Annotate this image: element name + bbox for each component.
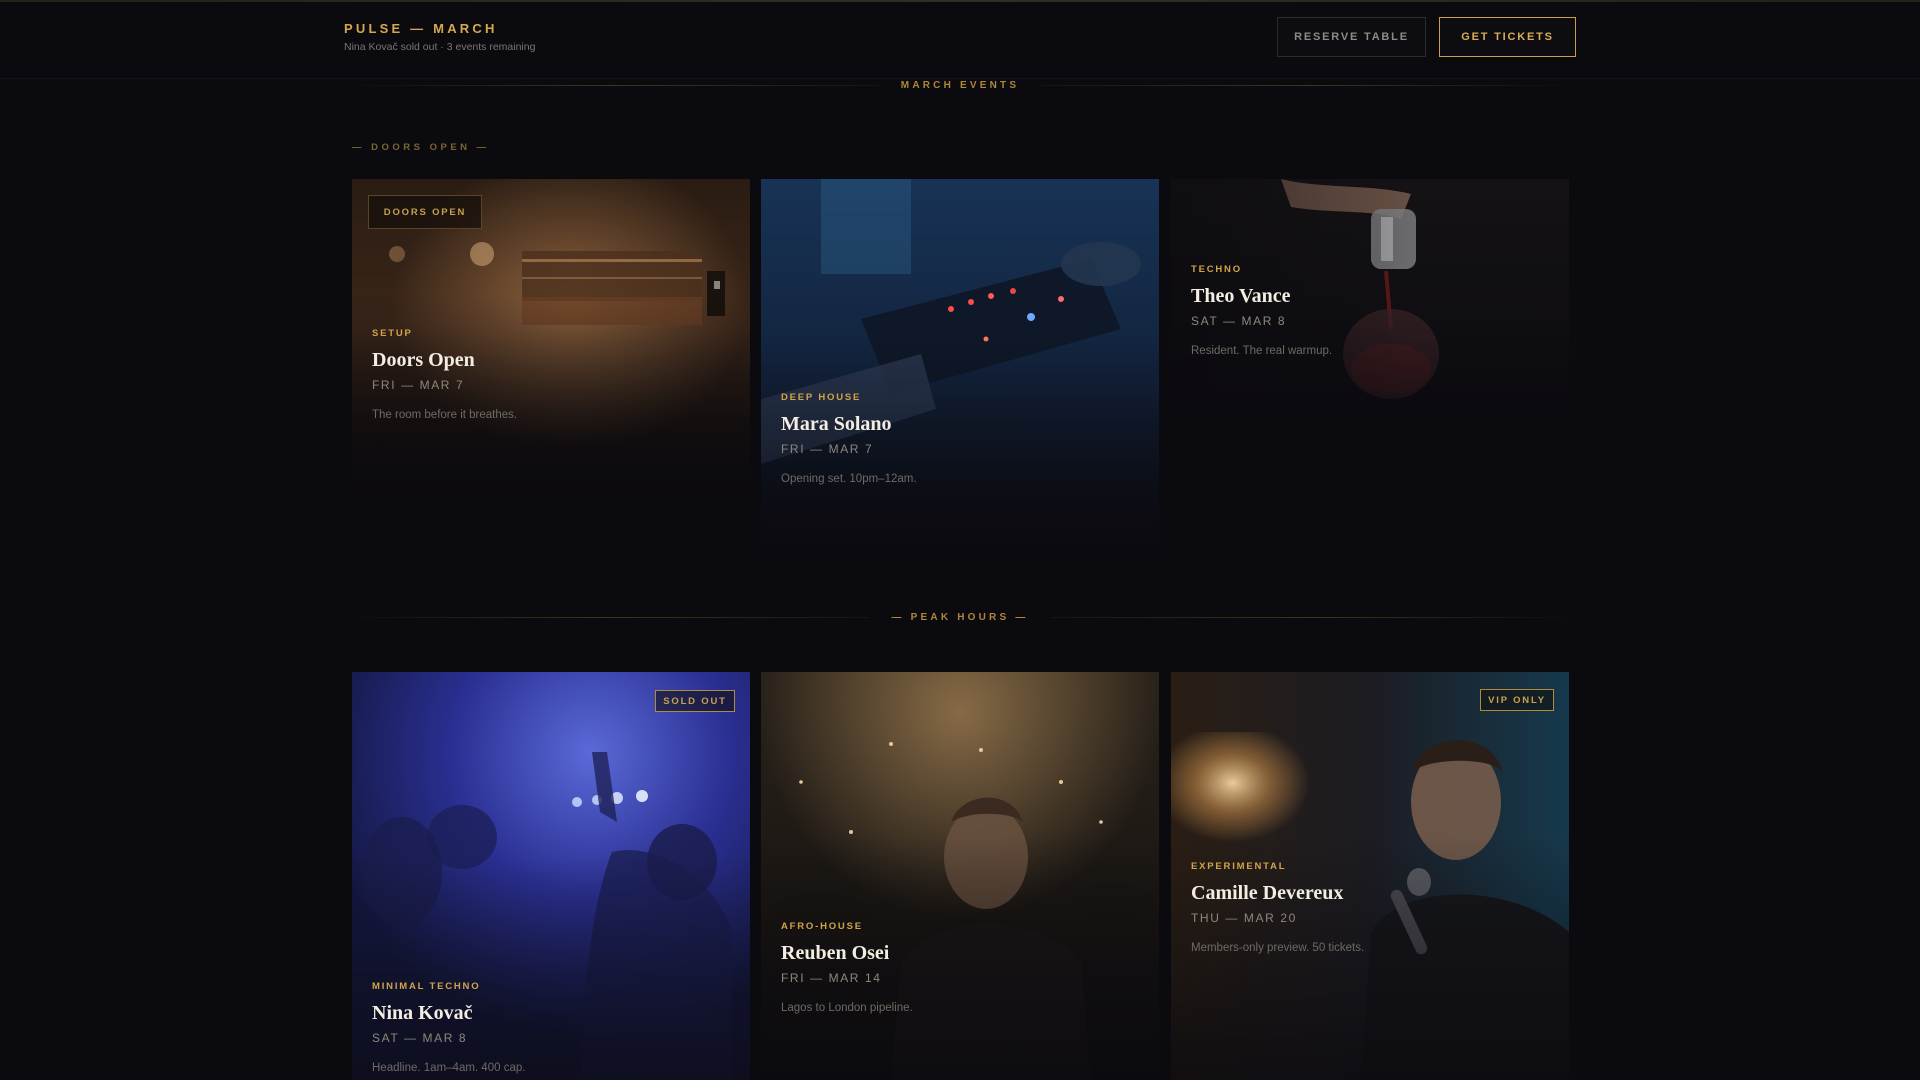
divider-line-right — [1041, 84, 1576, 86]
event-card-camille-devereux[interactable]: VIP ONLY EXPERIMENTAL Camille Devereux T… — [1171, 672, 1569, 1080]
card-shade — [761, 179, 1159, 563]
event-name: Doors Open — [372, 349, 475, 371]
event-date: FRI — MAR 7 — [781, 442, 874, 456]
event-card-mara-solano[interactable]: DEEP HOUSE Mara Solano FRI — MAR 7 Openi… — [761, 179, 1159, 563]
event-description: Members-only preview. 50 tickets. — [1191, 942, 1365, 954]
brand-title: PULSE — MARCH — [344, 21, 498, 36]
doors-open-badge: DOORS OPEN — [368, 195, 482, 229]
divider-line-left — [344, 616, 870, 618]
event-card-doors-open[interactable]: DOORS OPEN SETUP Doors Open FRI — MAR 7 … — [352, 179, 750, 507]
site-header: PULSE — MARCH Nina Kovač sold out · 3 ev… — [0, 2, 1920, 79]
card-content: AFRO-HOUSE Reuben Osei FRI — MAR 14 Lago… — [781, 921, 1139, 1014]
event-description: Opening set. 10pm–12am. — [781, 473, 917, 485]
doors-open-section-tag: — DOORS OPEN — — [352, 142, 490, 153]
event-description: Headline. 1am–4am. 400 cap. — [372, 1062, 526, 1074]
event-name: Nina Kovač — [372, 1002, 473, 1024]
event-description: Lagos to London pipeline. — [781, 1002, 913, 1014]
peak-hours-heading: — PEAK HOURS — — [891, 611, 1029, 623]
event-date: THU — MAR 20 — [1191, 911, 1297, 925]
vip-only-badge: VIP ONLY — [1480, 689, 1554, 711]
event-genre: EXPERIMENTAL — [1191, 861, 1287, 872]
event-genre: MINIMAL TECHNO — [372, 981, 481, 992]
card-content: EXPERIMENTAL Camille Devereux THU — MAR … — [1191, 861, 1549, 954]
event-date: SAT — MAR 8 — [372, 1031, 468, 1045]
reserve-table-button[interactable]: RESERVE TABLE — [1277, 17, 1426, 57]
brand-subtitle: Nina Kovač sold out · 3 events remaining — [344, 41, 536, 53]
event-name: Mara Solano — [781, 413, 892, 435]
event-date: FRI — MAR 14 — [781, 971, 882, 985]
sold-out-badge: SOLD OUT — [655, 690, 735, 712]
event-description: The room before it breathes. — [372, 409, 518, 421]
event-genre: SETUP — [372, 328, 413, 339]
event-card-nina-kovac[interactable]: SOLD OUT MINIMAL TECHNO Nina Kovač SAT —… — [352, 672, 750, 1080]
card-content: MINIMAL TECHNO Nina Kovač SAT — MAR 8 He… — [372, 981, 730, 1074]
get-tickets-button[interactable]: GET TICKETS — [1439, 17, 1576, 57]
card-content: TECHNO Theo Vance SAT — MAR 8 Resident. … — [1191, 264, 1549, 357]
divider-line-right — [1050, 616, 1577, 618]
event-name: Camille Devereux — [1191, 882, 1344, 904]
card-shade — [761, 672, 1159, 1080]
card-content: DEEP HOUSE Mara Solano FRI — MAR 7 Openi… — [781, 392, 1139, 485]
event-genre: TECHNO — [1191, 264, 1242, 275]
event-date: SAT — MAR 8 — [1191, 314, 1287, 328]
event-description: Resident. The real warmup. — [1191, 345, 1333, 357]
event-name: Reuben Osei — [781, 942, 890, 964]
event-date: FRI — MAR 7 — [372, 378, 465, 392]
event-name: Theo Vance — [1191, 285, 1291, 307]
event-card-theo-vance[interactable]: TECHNO Theo Vance SAT — MAR 8 Resident. … — [1171, 179, 1569, 443]
event-genre: AFRO-HOUSE — [781, 921, 863, 932]
divider-line-left — [344, 84, 879, 86]
event-card-reuben-osei[interactable]: AFRO-HOUSE Reuben Osei FRI — MAR 14 Lago… — [761, 672, 1159, 1080]
event-genre: DEEP HOUSE — [781, 392, 862, 403]
card-content: SETUP Doors Open FRI — MAR 7 The room be… — [372, 328, 730, 421]
peak-hours-divider: — PEAK HOURS — — [344, 609, 1577, 625]
march-events-heading: MARCH EVENTS — [900, 79, 1020, 91]
march-events-divider: MARCH EVENTS — [344, 77, 1576, 93]
